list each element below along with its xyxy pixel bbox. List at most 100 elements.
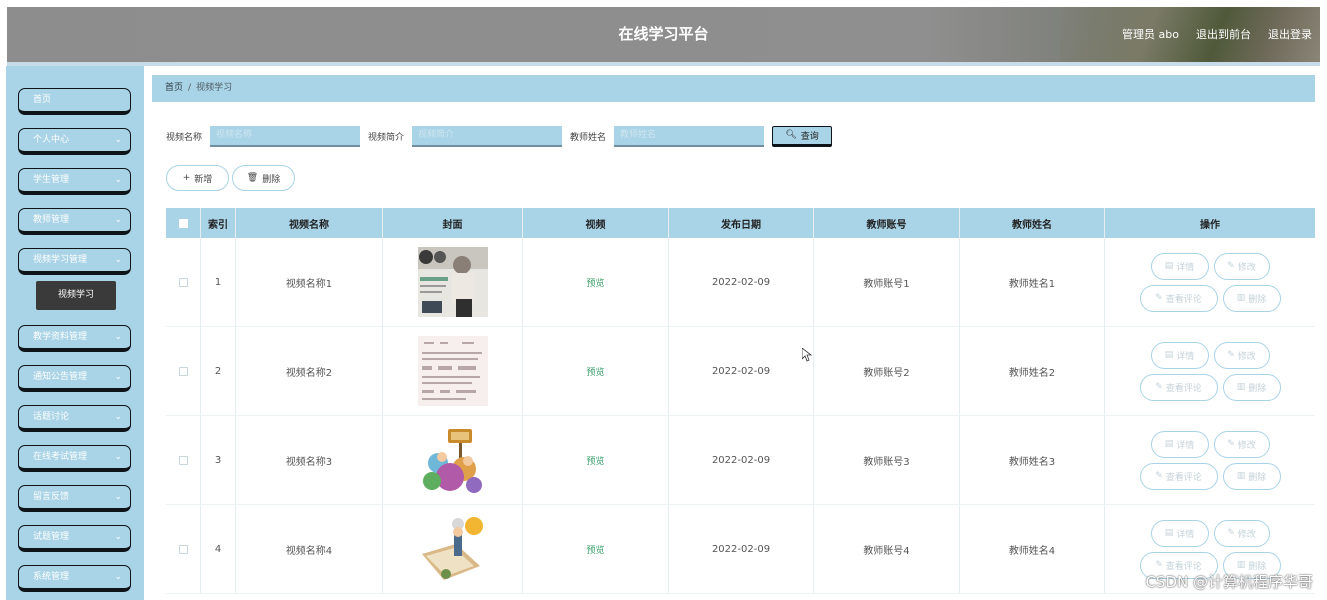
back-to-front-link[interactable]: 退出到前台	[1196, 26, 1251, 42]
view-comments-button[interactable]: ✎ 查看评论	[1139, 462, 1218, 490]
chevron-down-icon: ⌄	[114, 175, 122, 185]
chevron-down-icon: ⌄	[114, 452, 122, 462]
edit-button[interactable]: ✎ 修改	[1213, 252, 1270, 280]
detail-icon: ▤	[1164, 439, 1174, 449]
delete-button-label: 删除	[1248, 472, 1267, 483]
row-index: 1	[201, 238, 236, 326]
detail-icon: ▤	[1164, 350, 1174, 360]
detail-button[interactable]: ▤ 详情	[1150, 252, 1209, 280]
row-checkbox[interactable]	[178, 455, 188, 465]
edit-icon: ✎	[1227, 528, 1235, 538]
cover-document-page[interactable]	[417, 336, 488, 406]
sidebar-item-label: 留言反馈	[33, 492, 70, 502]
sidebar-item-teaching-material-management[interactable]: 教学资料管理 ⌄	[18, 325, 131, 352]
sidebar-item-question-management[interactable]: 试题管理 ⌄	[18, 525, 131, 552]
sidebar-subitem-video-learning[interactable]: 视频学习	[36, 281, 116, 310]
row-video-cell: 预览	[523, 505, 669, 593]
query-button[interactable]: 🔍︎ 查询	[772, 125, 833, 147]
row-index: 2	[201, 327, 236, 415]
breadcrumb-home[interactable]: 首页	[165, 83, 183, 93]
row-teacher-name: 教师姓名2	[960, 327, 1105, 415]
row-operations: ▤ 详情 ✎ 修改 ✎ 查看评论 ▥ 删除	[1105, 327, 1315, 415]
row-checkbox[interactable]	[178, 277, 188, 287]
delete-button[interactable]: ▥ 删除	[1222, 462, 1281, 490]
header-divider	[7, 62, 1320, 66]
detail-button[interactable]: ▤ 详情	[1150, 519, 1209, 547]
detail-button-label: 详情	[1176, 351, 1195, 362]
chevron-down-icon: ⌄	[114, 332, 122, 342]
delete-button[interactable]: ▥ 删除	[1222, 373, 1281, 401]
teacher-name-label: 教师姓名	[570, 132, 607, 143]
search-bar: 视频名称 视频简介 教师姓名 🔍︎ 查询	[166, 125, 833, 147]
sidebar-item-label: 教学资料管理	[33, 332, 88, 342]
chevron-down-icon: ⌄	[114, 412, 122, 422]
sidebar: 首页 个人中心 ⌄ 学生管理 ⌄ 教师管理 ⌄ 视频学习管理 ⌄ 视频学习 教学…	[6, 66, 144, 600]
trash-icon: ▥	[1236, 382, 1246, 392]
preview-link[interactable]: 预览	[586, 365, 604, 378]
preview-link[interactable]: 预览	[586, 454, 604, 467]
row-checkbox[interactable]	[178, 544, 188, 554]
cover-book-cartoon[interactable]	[417, 514, 488, 584]
table-header: 索引 视频名称 封面 视频 发布日期 教师账号 教师姓名 操作	[166, 208, 1315, 238]
sidebar-item-announcement-management[interactable]: 通知公告管理 ⌄	[18, 365, 131, 392]
breadcrumb-current: 视频学习	[196, 83, 233, 93]
delete-button-label: 删除	[262, 174, 281, 185]
column-header-operations: 操作	[1200, 219, 1220, 231]
row-video-cell: 预览	[523, 327, 669, 415]
detail-button[interactable]: ▤ 详情	[1150, 430, 1209, 458]
row-publish-date: 2022-02-09	[669, 505, 814, 593]
edit-button[interactable]: ✎ 修改	[1213, 341, 1270, 369]
row-teacher-account: 教师账号3	[814, 416, 960, 504]
sidebar-item-online-exam-management[interactable]: 在线考试管理 ⌄	[18, 445, 131, 472]
query-button-label: 查询	[800, 131, 819, 142]
table-row: 2 视频名称2 预览 2022-02-09 教师账号2 教师姓名2 ▤ 详情 ✎…	[166, 327, 1315, 416]
cover-english-cartoon[interactable]	[417, 425, 488, 495]
sidebar-item-feedback[interactable]: 留言反馈 ⌄	[18, 485, 131, 512]
row-checkbox[interactable]	[178, 366, 188, 376]
preview-link[interactable]: 预览	[586, 276, 604, 289]
sidebar-item-home[interactable]: 首页	[18, 88, 131, 115]
select-all-checkbox[interactable]	[178, 218, 188, 228]
row-teacher-name: 教师姓名3	[960, 416, 1105, 504]
view-comments-button[interactable]: ✎ 查看评论	[1139, 373, 1218, 401]
view-comments-button-label: 查看评论	[1165, 472, 1202, 483]
sidebar-item-video-learning-management[interactable]: 视频学习管理 ⌄	[18, 248, 131, 275]
detail-icon: ▤	[1164, 261, 1174, 271]
row-video-name: 视频名称3	[236, 416, 383, 504]
add-button[interactable]: + 新增	[166, 165, 229, 191]
sidebar-item-student-management[interactable]: 学生管理 ⌄	[18, 168, 131, 195]
sidebar-item-topic-discussion[interactable]: 话题讨论 ⌄	[18, 405, 131, 432]
edit-icon: ✎	[1155, 293, 1163, 303]
row-select-cell	[166, 238, 201, 326]
chevron-down-icon: ⌄	[114, 492, 122, 502]
edit-button[interactable]: ✎ 修改	[1213, 430, 1270, 458]
trash-icon: ▥	[1236, 560, 1246, 570]
view-comments-button[interactable]: ✎ 查看评论	[1139, 284, 1218, 312]
sidebar-item-teacher-management[interactable]: 教师管理 ⌄	[18, 208, 131, 235]
batch-delete-button[interactable]: 🗑︎ 删除	[232, 165, 295, 191]
table-row: 3 视频名称3 预览 2022-02-09 教师账号3 教师姓名3 ▤ 详情 ✎…	[166, 416, 1315, 505]
row-cover-cell	[383, 416, 523, 504]
video-name-label: 视频名称	[166, 132, 203, 143]
view-comments-button-label: 查看评论	[1165, 294, 1202, 305]
teacher-name-input[interactable]	[614, 125, 765, 147]
preview-link[interactable]: 预览	[586, 543, 604, 556]
video-name-input[interactable]	[210, 125, 361, 147]
row-select-cell	[166, 505, 201, 593]
delete-button[interactable]: ▥ 删除	[1222, 284, 1281, 312]
detail-icon: ▤	[1164, 528, 1174, 538]
breadcrumb-separator: /	[188, 83, 192, 93]
logout-link[interactable]: 退出登录	[1268, 26, 1312, 42]
video-intro-input[interactable]	[412, 125, 563, 147]
detail-button[interactable]: ▤ 详情	[1150, 341, 1209, 369]
view-comments-button-label: 查看评论	[1165, 383, 1202, 394]
row-publish-date: 2022-02-09	[669, 238, 814, 326]
edit-button[interactable]: ✎ 修改	[1213, 519, 1270, 547]
top-header: 在线学习平台 管理员 abo 退出到前台 退出登录	[7, 7, 1320, 62]
sidebar-item-personal-center[interactable]: 个人中心 ⌄	[18, 128, 131, 155]
plus-icon: +	[182, 173, 191, 183]
sidebar-item-system-management[interactable]: 系统管理 ⌄	[18, 565, 131, 592]
cover-photo-man[interactable]	[417, 247, 488, 317]
table-row: 1 视频名称1 预览 2022-02-09 教师账号1 教师姓名1 ▤ 详情 ✎…	[166, 238, 1315, 327]
video-table: 索引 视频名称 封面 视频 发布日期 教师账号 教师姓名 操作 1 视频名称1	[166, 208, 1315, 594]
